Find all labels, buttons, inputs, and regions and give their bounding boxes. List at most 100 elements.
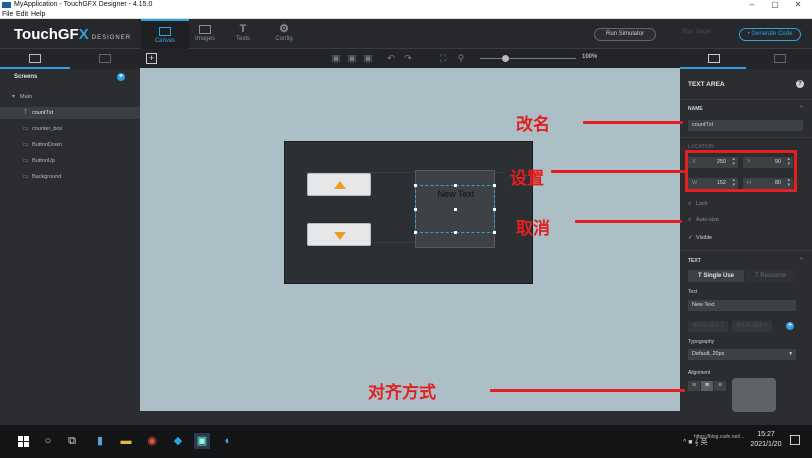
chrome-icon[interactable]: ◉: [144, 433, 160, 449]
menu-file[interactable]: File: [2, 10, 13, 19]
button-icon: ▭: [22, 142, 29, 148]
chevron-up-icon[interactable]: ⌃: [799, 257, 804, 264]
annotation-cancel: 取消: [516, 219, 550, 238]
group-icon[interactable]: ▣: [362, 53, 374, 64]
resize-handle[interactable]: [454, 184, 457, 187]
tree-item-buttonup[interactable]: ▭ ButtonUp: [0, 155, 140, 167]
zoom-slider-handle[interactable]: [502, 55, 509, 62]
clock[interactable]: 15:27 2021/1/20: [746, 430, 786, 450]
maximize-button[interactable]: ▢: [764, 0, 786, 10]
fit-screen-icon[interactable]: ⛶: [437, 53, 449, 64]
align-center-button[interactable]: ≡: [701, 381, 713, 391]
zoom-slider[interactable]: [480, 58, 576, 59]
undo-icon[interactable]: ↶: [385, 53, 397, 64]
windows-start-icon[interactable]: [18, 436, 29, 447]
name-section-label: NAME: [688, 106, 703, 112]
annotation-arrow: [551, 170, 685, 173]
typography-label: Typography: [688, 339, 715, 345]
magnifier-icon[interactable]: ⚲: [455, 53, 467, 64]
align-right-button[interactable]: ≡: [714, 381, 726, 391]
canvas-icon: [159, 27, 171, 36]
tab-config[interactable]: ⚙ Config: [260, 19, 308, 49]
text-input[interactable]: New Text: [688, 300, 796, 311]
chevron-up-icon[interactable]: ⌃: [799, 105, 804, 112]
menu-help[interactable]: Help: [31, 10, 45, 19]
window-title-bar: MyApplication - TouchGFX Designer - 4.15…: [0, 0, 812, 10]
resource-toggle[interactable]: T Resource: [745, 270, 796, 282]
add-wildcard-button[interactable]: +: [786, 322, 794, 330]
resize-handle[interactable]: [493, 208, 496, 211]
chevron-down-icon: ▾: [789, 351, 792, 357]
watermark-text: https://blog.csdn.net/...: [694, 434, 745, 440]
tab-interactions[interactable]: [746, 49, 812, 69]
name-input[interactable]: countTxt: [688, 120, 803, 131]
annotation-arrow: [583, 121, 683, 124]
tree-item-counter-box[interactable]: ▭ counter_box: [0, 123, 140, 135]
annotation-highlight-box: [685, 150, 797, 192]
help-icon[interactable]: ?: [796, 80, 804, 88]
generate-code-button[interactable]: • Generate Code: [739, 28, 801, 41]
tree-item-main[interactable]: ▾ Main: [0, 91, 140, 103]
chevron-down-icon[interactable]: ▾: [10, 91, 17, 103]
tree-item-buttondown[interactable]: ▭ ButtonDown: [0, 139, 140, 151]
tree-item-background[interactable]: ▭ Background: [0, 171, 140, 183]
menu-edit[interactable]: Edit: [16, 10, 28, 19]
tree-item-counttxt[interactable]: TcountTxt: [0, 107, 140, 119]
resize-handle[interactable]: [414, 208, 417, 211]
bring-forward-icon[interactable]: ▣: [330, 53, 342, 64]
lock-checkbox[interactable]: ○ Lock: [688, 201, 708, 207]
resize-handle[interactable]: [493, 184, 496, 187]
zoom-level: 100%: [582, 54, 598, 60]
resize-handle[interactable]: [493, 231, 496, 234]
visible-checkbox[interactable]: ✓ Visible: [688, 235, 712, 241]
button-up-widget[interactable]: [307, 173, 371, 196]
wildcard-1-button[interactable]: WILDCARD 1: [688, 321, 728, 332]
run-target-button[interactable]: Run Target: [682, 29, 711, 35]
left-panel-tabs: [0, 49, 140, 69]
typography-select[interactable]: Default, 20px ▾: [688, 349, 796, 360]
divider: [680, 99, 812, 100]
single-use-toggle[interactable]: T Single Use: [688, 270, 744, 282]
close-button[interactable]: ✕: [787, 0, 809, 10]
touchgfx-taskbar-icon[interactable]: ▣: [194, 433, 210, 449]
wildcard-2-button[interactable]: WILDCARD 2: [732, 321, 772, 332]
status-strip: [0, 411, 812, 425]
app-icon: [2, 2, 11, 8]
auto-size-checkbox[interactable]: ○ Auto-size: [688, 217, 719, 223]
run-simulator-button[interactable]: Run Simulator: [594, 28, 656, 41]
screen-preview[interactable]: New Text: [284, 141, 533, 284]
alignment-label: Alignment: [688, 370, 711, 376]
resize-handle[interactable]: [414, 184, 417, 187]
search-icon[interactable]: ○: [40, 433, 56, 449]
send-backward-icon[interactable]: ▣: [346, 53, 358, 64]
edge-icon[interactable]: ◐: [220, 433, 236, 449]
properties-icon: [708, 54, 720, 63]
add-widget-button[interactable]: +: [146, 53, 157, 64]
align-left-button[interactable]: ≡: [688, 381, 700, 391]
divider: [680, 250, 812, 251]
tab-screens[interactable]: [0, 49, 70, 69]
minimize-button[interactable]: –: [741, 0, 763, 10]
resize-handle[interactable]: [414, 231, 417, 234]
watermark-overlay: [732, 378, 776, 412]
interactions-icon: [774, 54, 786, 63]
tab-widgets[interactable]: [70, 49, 140, 69]
design-canvas[interactable]: New Text: [140, 68, 680, 411]
text-area-widget[interactable]: New Text: [414, 184, 496, 234]
arrow-up-icon: [334, 181, 346, 189]
redo-icon[interactable]: ↷: [402, 53, 414, 64]
annotation-settings: 设置: [510, 169, 544, 188]
app-icon[interactable]: ▮: [92, 433, 108, 449]
annotation-arrow: [490, 389, 685, 392]
button-down-widget[interactable]: [307, 223, 371, 246]
tab-properties[interactable]: [680, 49, 746, 69]
text-section-label: TEXT: [688, 258, 701, 264]
resize-handle[interactable]: [454, 231, 457, 234]
drop-icon[interactable]: ◆: [170, 433, 186, 449]
notification-icon[interactable]: [790, 435, 800, 445]
file-explorer-icon[interactable]: ▬: [118, 433, 134, 449]
add-screen-button[interactable]: +: [117, 73, 125, 81]
task-view-icon[interactable]: ⧉: [64, 433, 80, 449]
center-handle[interactable]: [454, 208, 457, 211]
widget-type-title: TEXT AREA: [688, 81, 725, 88]
